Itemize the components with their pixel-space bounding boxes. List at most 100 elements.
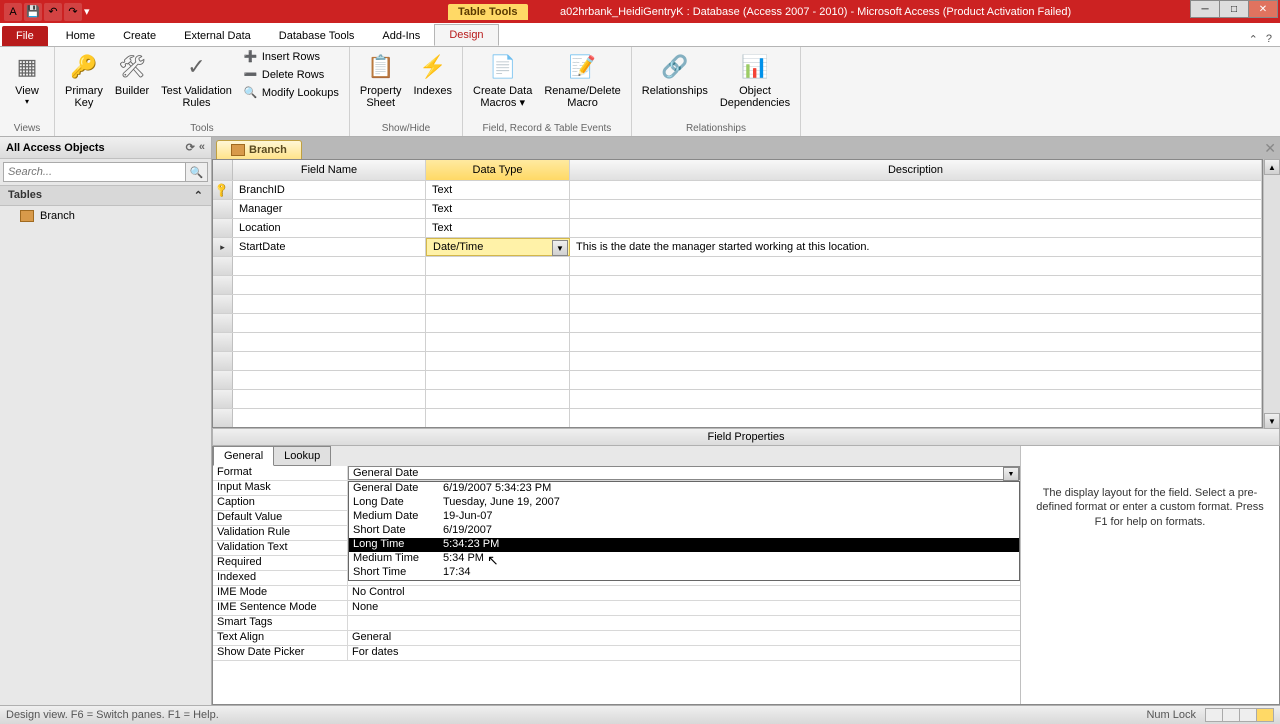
builder-button[interactable]: 🛠Builder	[111, 49, 153, 99]
minimize-ribbon-icon[interactable]: ⌃	[1249, 33, 1258, 46]
primary-key-button[interactable]: 🔑Primary Key	[61, 49, 107, 111]
property-row[interactable]: Smart Tags	[213, 616, 1020, 631]
format-dropdown[interactable]: General Date6/19/2007 5:34:23 PMLong Dat…	[348, 481, 1020, 581]
redo-icon[interactable]: ↷	[64, 3, 82, 21]
view-button[interactable]: ▦ View ▾	[6, 49, 48, 108]
rename-delete-macro-button[interactable]: 📝Rename/Delete Macro	[540, 49, 624, 111]
description-cell[interactable]	[570, 352, 1262, 370]
save-icon[interactable]: 💾	[24, 3, 42, 21]
doc-tab-branch[interactable]: Branch	[216, 140, 302, 159]
property-sheet-button[interactable]: 📋Property Sheet	[356, 49, 406, 111]
field-name-cell[interactable]	[233, 371, 426, 389]
app-icon[interactable]: A	[4, 3, 22, 21]
row-selector[interactable]	[213, 257, 233, 275]
format-option[interactable]: Medium Time5:34 PM	[349, 552, 1019, 566]
row-selector[interactable]	[213, 352, 233, 370]
object-dependencies-button[interactable]: 📊Object Dependencies	[716, 49, 794, 111]
data-type-cell[interactable]	[426, 314, 570, 332]
table-row[interactable]	[213, 351, 1262, 370]
property-value[interactable]: No Control	[348, 586, 1020, 600]
row-selector[interactable]	[213, 333, 233, 351]
property-row[interactable]: FormatGeneral Date▼	[213, 466, 1020, 481]
description-cell[interactable]	[570, 257, 1262, 275]
table-row[interactable]	[213, 294, 1262, 313]
nav-group-tables[interactable]: Tables⌃	[0, 185, 211, 206]
create-data-macros-button[interactable]: 📄Create Data Macros ▾	[469, 49, 536, 111]
property-row[interactable]: IME Sentence ModeNone	[213, 601, 1020, 616]
description-cell[interactable]	[570, 333, 1262, 351]
description-cell[interactable]	[570, 390, 1262, 408]
data-type-cell[interactable]	[426, 390, 570, 408]
data-type-cell[interactable]	[426, 295, 570, 313]
field-name-cell[interactable]	[233, 333, 426, 351]
scroll-track[interactable]	[1264, 175, 1280, 413]
description-cell[interactable]: This is the date the manager started wor…	[570, 238, 1262, 256]
row-selector[interactable]	[213, 371, 233, 389]
row-selector[interactable]: ▸	[213, 238, 233, 256]
data-type-cell[interactable]: Text	[426, 219, 570, 237]
table-row[interactable]	[213, 256, 1262, 275]
tab-external-data[interactable]: External Data	[170, 26, 265, 46]
header-data-type[interactable]: Data Type	[426, 160, 570, 180]
scroll-down-icon[interactable]: ▼	[1264, 413, 1280, 429]
format-option[interactable]: Long DateTuesday, June 19, 2007	[349, 496, 1019, 510]
undo-icon[interactable]: ↶	[44, 3, 62, 21]
header-field-name[interactable]: Field Name	[233, 160, 426, 180]
field-name-cell[interactable]	[233, 276, 426, 294]
field-name-cell[interactable]	[233, 390, 426, 408]
format-option[interactable]: Short Date6/19/2007	[349, 524, 1019, 538]
help-icon[interactable]: ?	[1266, 33, 1272, 46]
description-cell[interactable]	[570, 200, 1262, 218]
table-row[interactable]	[213, 275, 1262, 294]
collapse-icon[interactable]: «	[199, 141, 205, 154]
search-button[interactable]: 🔍	[186, 162, 208, 182]
table-row[interactable]: ▸StartDateDate/Time▼This is the date the…	[213, 237, 1262, 256]
close-tab-button[interactable]: ✕	[1264, 140, 1276, 157]
property-value[interactable]: General Date▼	[348, 466, 1020, 480]
table-row[interactable]	[213, 389, 1262, 408]
description-cell[interactable]	[570, 276, 1262, 294]
tab-add-ins[interactable]: Add-Ins	[368, 26, 434, 46]
data-type-cell[interactable]: Text	[426, 200, 570, 218]
property-value[interactable]: General	[348, 631, 1020, 645]
tab-design[interactable]: Design	[434, 24, 498, 46]
field-name-cell[interactable]: StartDate	[233, 238, 426, 256]
table-row[interactable]	[213, 313, 1262, 332]
qat-dropdown-icon[interactable]: ▾	[84, 5, 96, 18]
tab-create[interactable]: Create	[109, 26, 170, 46]
field-name-cell[interactable]	[233, 352, 426, 370]
description-cell[interactable]	[570, 314, 1262, 332]
table-row[interactable]	[213, 370, 1262, 389]
data-type-cell[interactable]: Date/Time▼	[426, 238, 570, 256]
description-cell[interactable]	[570, 181, 1262, 199]
tab-file[interactable]: File	[2, 26, 48, 46]
format-option[interactable]: Long Time5:34:23 PM	[349, 538, 1019, 552]
data-type-cell[interactable]	[426, 333, 570, 351]
format-option[interactable]: General Date6/19/2007 5:34:23 PM	[349, 482, 1019, 496]
search-input[interactable]	[3, 162, 186, 182]
description-cell[interactable]	[570, 295, 1262, 313]
field-name-cell[interactable]: Location	[233, 219, 426, 237]
relationships-button[interactable]: 🔗Relationships	[638, 49, 712, 99]
property-row[interactable]: Text AlignGeneral	[213, 631, 1020, 646]
description-cell[interactable]	[570, 371, 1262, 389]
delete-rows-button[interactable]: ➖Delete Rows	[240, 67, 343, 83]
field-name-cell[interactable]: BranchID	[233, 181, 426, 199]
maximize-button[interactable]: □	[1219, 0, 1249, 18]
table-row[interactable]	[213, 408, 1262, 427]
row-selector[interactable]	[213, 219, 233, 237]
data-type-cell[interactable]: Text	[426, 181, 570, 199]
description-cell[interactable]	[570, 409, 1262, 427]
property-row[interactable]: IME ModeNo Control	[213, 586, 1020, 601]
row-selector[interactable]	[213, 409, 233, 427]
selector-header[interactable]	[213, 160, 233, 180]
close-button[interactable]: ✕	[1248, 0, 1278, 18]
nav-item-branch[interactable]: Branch	[0, 206, 211, 226]
table-row[interactable]	[213, 332, 1262, 351]
field-name-cell[interactable]: Manager	[233, 200, 426, 218]
header-description[interactable]: Description	[570, 160, 1262, 180]
format-option[interactable]: Short Time17:34	[349, 566, 1019, 580]
format-dropdown-button[interactable]: ▼	[1003, 467, 1019, 481]
tab-general[interactable]: General	[213, 446, 274, 466]
field-name-cell[interactable]	[233, 314, 426, 332]
